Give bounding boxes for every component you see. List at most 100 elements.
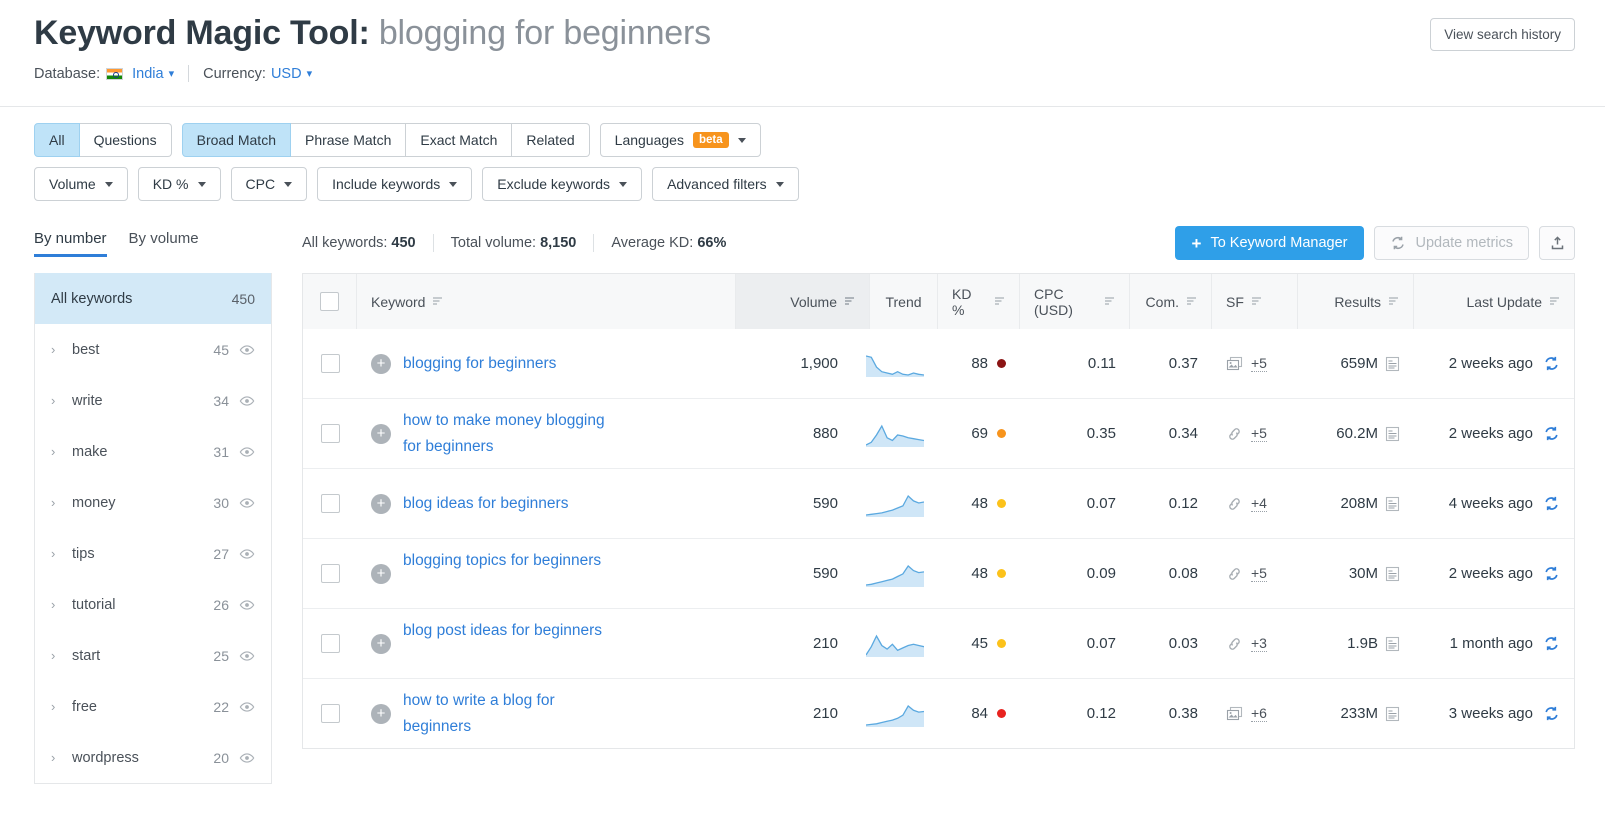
refresh-icon[interactable] [1543, 565, 1560, 582]
filter-questions[interactable]: Questions [79, 123, 172, 157]
serp-results-icon[interactable] [1385, 496, 1400, 512]
visibility-eye-icon[interactable] [239, 699, 255, 715]
add-keyword-icon[interactable]: + [371, 703, 391, 724]
refresh-icon[interactable] [1543, 705, 1560, 722]
filter-advanced[interactable]: Advanced filters [652, 167, 799, 201]
visibility-eye-icon[interactable] [239, 546, 255, 562]
header-sf[interactable]: SF [1212, 274, 1298, 329]
sidebar-group-label: start [72, 647, 101, 664]
filter-include-keywords[interactable]: Include keywords [317, 167, 473, 201]
sidebar-item-make[interactable]: › make 31 [35, 426, 271, 477]
images-icon[interactable] [1226, 706, 1243, 722]
sf-more-count[interactable]: +5 [1251, 355, 1267, 372]
row-checkbox[interactable] [320, 494, 340, 513]
filter-related[interactable]: Related [512, 123, 590, 157]
update-metrics-button[interactable]: Update metrics [1374, 226, 1529, 260]
refresh-icon[interactable] [1543, 425, 1560, 442]
sf-more-count[interactable]: +6 [1251, 705, 1267, 722]
serp-results-icon[interactable] [1385, 426, 1400, 442]
filter-volume[interactable]: Volume [34, 167, 128, 201]
add-keyword-icon[interactable]: + [371, 423, 391, 444]
row-checkbox[interactable] [320, 634, 340, 653]
visibility-eye-icon[interactable] [239, 393, 255, 409]
to-keyword-manager-button[interactable]: + To Keyword Manager [1174, 226, 1365, 260]
sidebar-item-all-keywords[interactable]: All keywords 450 [35, 273, 271, 324]
database-chevron-down-icon[interactable]: ▾ [169, 67, 175, 80]
header-competition[interactable]: Com. [1130, 274, 1212, 329]
visibility-eye-icon[interactable] [239, 597, 255, 613]
filter-all[interactable]: All [34, 123, 80, 157]
sidebar-item-best[interactable]: › best 45 [35, 324, 271, 375]
link-icon[interactable] [1226, 426, 1243, 442]
select-all-checkbox[interactable] [320, 292, 339, 311]
images-icon[interactable] [1226, 356, 1243, 372]
add-keyword-icon[interactable]: + [371, 563, 391, 584]
keyword-groups-sidebar: All keywords 450 › best 45 › write 34 › make 31 ›… [34, 273, 272, 784]
visibility-eye-icon[interactable] [239, 648, 255, 664]
sidebar-item-start[interactable]: › start 25 [35, 630, 271, 681]
currency-chevron-down-icon[interactable]: ▾ [307, 67, 313, 80]
sf-more-count[interactable]: +4 [1251, 495, 1267, 512]
filter-exact-match[interactable]: Exact Match [406, 123, 513, 157]
link-icon[interactable] [1226, 496, 1243, 512]
refresh-icon[interactable] [1543, 635, 1560, 652]
sf-more-count[interactable]: +3 [1251, 635, 1267, 652]
tab-by-number[interactable]: By number [34, 230, 107, 257]
row-checkbox[interactable] [320, 354, 340, 373]
filter-kd[interactable]: KD % [137, 167, 221, 201]
sf-cell: +3 [1212, 609, 1298, 678]
sidebar-item-write[interactable]: › write 34 [35, 375, 271, 426]
sidebar-item-free[interactable]: › free 22 [35, 681, 271, 732]
database-value[interactable]: India [132, 66, 163, 82]
visibility-eye-icon[interactable] [239, 444, 255, 460]
sidebar-item-money[interactable]: › money 30 [35, 477, 271, 528]
sidebar-item-tips[interactable]: › tips 27 [35, 528, 271, 579]
refresh-icon[interactable] [1543, 355, 1560, 372]
sidebar-item-wordpress[interactable]: › wordpress 20 [35, 732, 271, 783]
visibility-eye-icon[interactable] [239, 750, 255, 766]
serp-results-icon[interactable] [1385, 566, 1400, 582]
header-keyword[interactable]: Keyword [357, 274, 736, 329]
keyword-link[interactable]: how to write a blog for beginners [403, 688, 608, 738]
add-keyword-icon[interactable]: + [371, 493, 391, 514]
header-cpc[interactable]: CPC (USD) [1020, 274, 1130, 329]
view-search-history-button[interactable]: View search history [1430, 18, 1575, 51]
currency-value[interactable]: USD [271, 66, 302, 82]
filter-cpc[interactable]: CPC [230, 167, 308, 201]
keyword-link[interactable]: blogging topics for beginners [403, 548, 608, 598]
serp-results-icon[interactable] [1385, 636, 1400, 652]
chevron-down-icon [197, 181, 206, 187]
add-keyword-icon[interactable]: + [371, 633, 391, 654]
header-kd[interactable]: KD % [938, 274, 1020, 329]
filter-languages[interactable]: Languages beta [599, 123, 761, 157]
row-checkbox[interactable] [320, 564, 340, 583]
sidebar-item-tutorial[interactable]: › tutorial 26 [35, 579, 271, 630]
keyword-link[interactable]: blog post ideas for beginners [403, 618, 608, 668]
header-results[interactable]: Results [1298, 274, 1414, 329]
visibility-eye-icon[interactable] [239, 342, 255, 358]
keyword-link[interactable]: blogging for beginners [403, 351, 573, 376]
row-checkbox[interactable] [320, 424, 340, 443]
tab-by-volume[interactable]: By volume [129, 230, 199, 257]
filter-exclude-keywords[interactable]: Exclude keywords [482, 167, 643, 201]
add-keyword-icon[interactable]: + [371, 353, 391, 374]
link-icon[interactable] [1226, 566, 1243, 582]
serp-results-icon[interactable] [1385, 706, 1400, 722]
sf-more-count[interactable]: +5 [1251, 425, 1267, 442]
filter-phrase-match[interactable]: Phrase Match [290, 123, 407, 157]
row-checkbox[interactable] [320, 704, 340, 723]
header-volume[interactable]: Volume [736, 274, 870, 329]
link-icon[interactable] [1226, 636, 1243, 652]
export-button[interactable] [1539, 226, 1575, 260]
keywords-table: Keyword Volume Trend KD % CPC (USD) Com.… [302, 273, 1575, 749]
keyword-link[interactable]: blog ideas for beginners [403, 491, 585, 516]
serp-results-icon[interactable] [1385, 356, 1400, 372]
keyword-link[interactable]: how to make money blogging for beginners [403, 408, 608, 458]
refresh-icon[interactable] [1543, 495, 1560, 512]
visibility-eye-icon[interactable] [239, 495, 255, 511]
sf-more-count[interactable]: +5 [1251, 565, 1267, 582]
filter-broad-match[interactable]: Broad Match [181, 123, 291, 157]
database-label: Database: [34, 65, 101, 82]
header-cpc-label: CPC (USD) [1034, 285, 1073, 318]
header-last-update[interactable]: Last Update [1414, 274, 1574, 329]
